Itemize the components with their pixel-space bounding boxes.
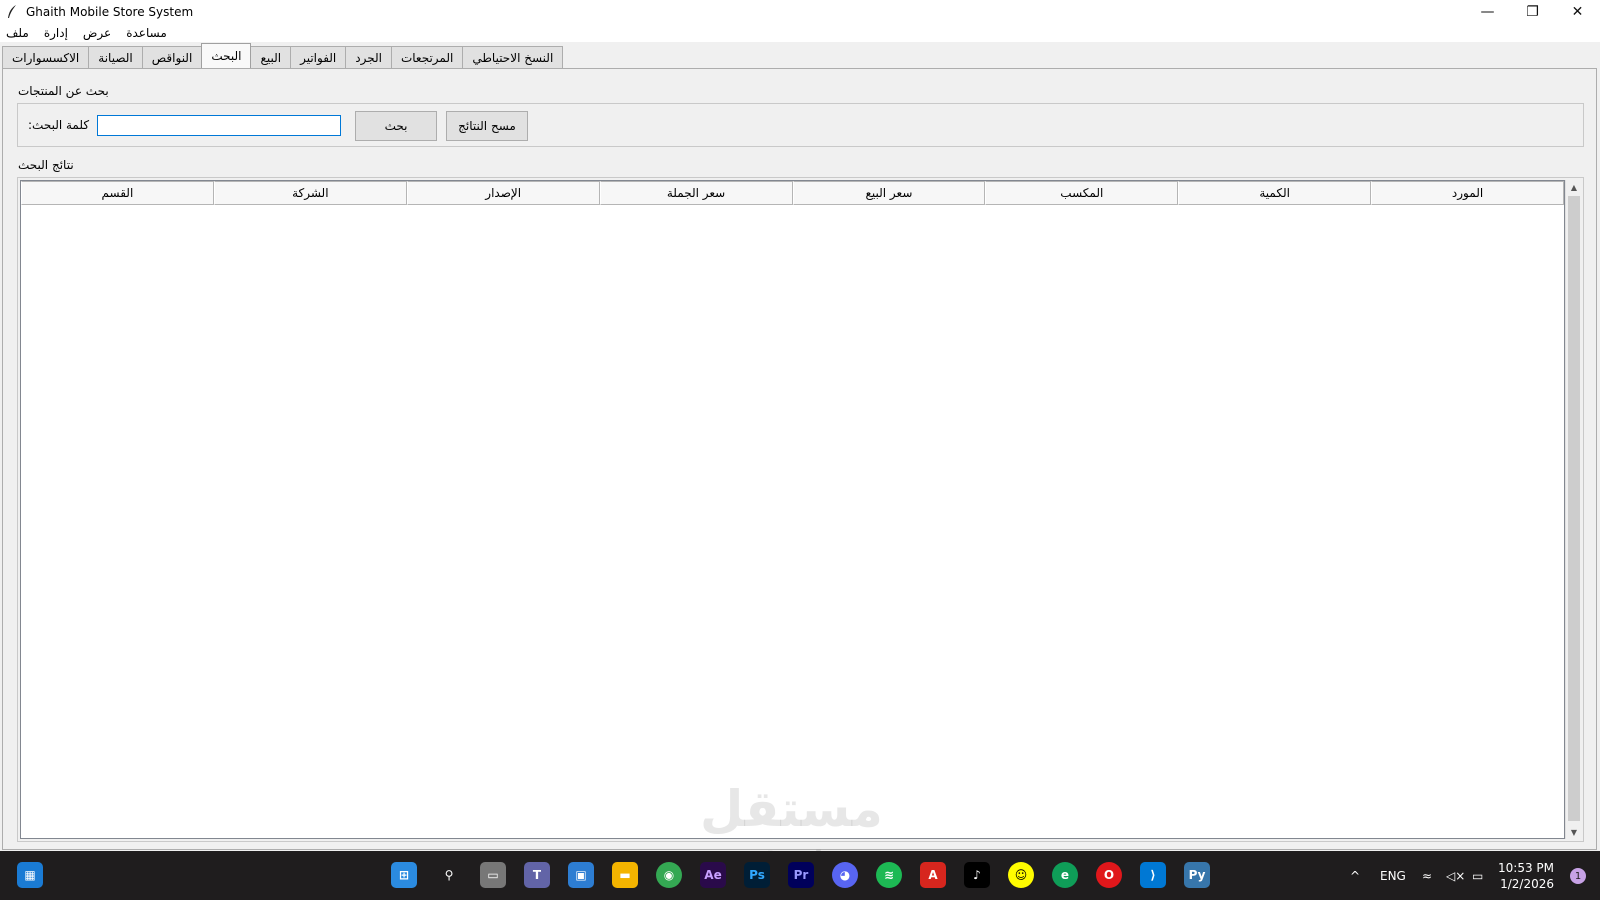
search-button[interactable]: بحث: [355, 111, 437, 141]
windows-start-icon[interactable]: ▦: [17, 862, 43, 888]
file-explorer-icon[interactable]: ▬: [612, 862, 638, 888]
menu-view[interactable]: عرض: [83, 26, 118, 40]
scroll-down-icon[interactable]: ▼: [1566, 825, 1582, 839]
after-effects-icon[interactable]: Ae: [700, 862, 726, 888]
taskbar: ▦ ⊞ ⚲ ▭ T ▣ ▬ ◉ Ae Ps Pr ◕ ≋ A ♪ ☺ e O ⟩…: [0, 851, 1600, 900]
clock[interactable]: 10:53 PM 1/2/2026: [1498, 860, 1554, 892]
clear-results-button[interactable]: مسح النتائج: [446, 111, 528, 141]
search-frame: :كلمة البحث بحث مسح النتائج: [17, 103, 1584, 147]
tab-inventory[interactable]: الجرد: [345, 46, 392, 68]
results-table-header: القسم الشركة الإصدار سعر الجملة سعر البي…: [21, 181, 1564, 205]
tab-accessories[interactable]: الاكسسوارات: [2, 46, 90, 68]
tab-sales[interactable]: البيع: [250, 46, 292, 68]
column-header-profit[interactable]: المكسب: [985, 181, 1179, 205]
language-indicator[interactable]: ENG: [1380, 851, 1406, 900]
search-icon[interactable]: ⚲: [436, 862, 462, 888]
window-body: الاكسسوارات الصيانة النواقص البحث البيع …: [0, 42, 1600, 851]
battery-icon[interactable]: ▭: [1472, 851, 1483, 900]
vertical-scrollbar[interactable]: ▲ ▼: [1565, 180, 1581, 839]
title-bar: Ghaith Mobile Store System — ❐ ✕: [0, 0, 1600, 23]
tab-search[interactable]: البحث: [201, 43, 252, 68]
tab-backup[interactable]: النسخ الاحتياطي: [462, 46, 564, 68]
window-title: Ghaith Mobile Store System: [26, 4, 194, 19]
keyword-label: :كلمة البحث: [28, 118, 90, 132]
task-view-icon[interactable]: ▭: [480, 862, 506, 888]
scroll-up-icon[interactable]: ▲: [1566, 180, 1582, 194]
teams-icon[interactable]: T: [524, 862, 550, 888]
column-header-wholesale-price[interactable]: سعر الجملة: [599, 181, 793, 205]
tab-maintenance[interactable]: الصيانة: [88, 46, 143, 68]
tab-returns[interactable]: المرتجعات: [390, 46, 464, 68]
results-group-title: نتائج البحث: [18, 158, 74, 172]
snapchat-icon[interactable]: ☺: [1008, 862, 1034, 888]
edge-icon[interactable]: e: [1052, 862, 1078, 888]
python-icon[interactable]: Py: [1184, 862, 1210, 888]
minimize-button[interactable]: —: [1465, 0, 1510, 23]
store-icon[interactable]: ▣: [568, 862, 594, 888]
clock-date: 1/2/2026: [1500, 877, 1554, 891]
window-controls: — ❐ ✕: [1465, 0, 1600, 23]
show-hidden-icons[interactable]: ^: [1350, 851, 1360, 900]
feather-app-icon: [4, 4, 20, 20]
column-header-sale-price[interactable]: سعر البيع: [792, 181, 986, 205]
close-button[interactable]: ✕: [1555, 0, 1600, 23]
search-group-title: بحث عن المنتجات: [18, 84, 109, 98]
scroll-thumb[interactable]: [1568, 196, 1580, 821]
discord-icon[interactable]: ◕: [832, 862, 858, 888]
menu-file[interactable]: ملف: [6, 26, 36, 40]
search-tab-panel: بحث عن المنتجات :كلمة البحث بحث مسح النت…: [2, 68, 1597, 850]
column-header-company[interactable]: الشركة: [213, 181, 407, 205]
windows-start-icon[interactable]: ⊞: [391, 862, 417, 888]
results-frame: القسم الشركة الإصدار سعر الجملة سعر البي…: [17, 177, 1584, 842]
tab-invoices[interactable]: الفواتير: [290, 46, 347, 68]
volume-muted-icon[interactable]: ◁×: [1446, 851, 1465, 900]
menu-bar: ملف إدارة عرض مساعدة: [0, 23, 1600, 42]
tiktok-icon[interactable]: ♪: [964, 862, 990, 888]
vscode-icon[interactable]: ⟩: [1140, 862, 1166, 888]
tab-bar: الاكسسوارات الصيانة النواقص البحث البيع …: [2, 43, 564, 68]
maximize-button[interactable]: ❐: [1510, 0, 1555, 23]
spotify-icon[interactable]: ≋: [876, 862, 902, 888]
column-header-version[interactable]: الإصدار: [406, 181, 600, 205]
clock-time: 10:53 PM: [1498, 861, 1554, 875]
acrobat-icon[interactable]: A: [920, 862, 946, 888]
photoshop-icon[interactable]: Ps: [744, 862, 770, 888]
wifi-icon[interactable]: ≈: [1422, 851, 1432, 900]
search-input[interactable]: [97, 115, 341, 136]
chrome-icon[interactable]: ◉: [656, 862, 682, 888]
results-table[interactable]: القسم الشركة الإصدار سعر الجملة سعر البي…: [20, 180, 1565, 839]
column-header-quantity[interactable]: الكمية: [1178, 181, 1372, 205]
notification-badge[interactable]: 1: [1570, 868, 1586, 884]
tab-shortages[interactable]: النواقص: [141, 46, 203, 68]
opera-icon[interactable]: O: [1096, 862, 1122, 888]
menu-manage[interactable]: إدارة: [44, 26, 75, 40]
column-header-category[interactable]: القسم: [21, 181, 214, 205]
premiere-icon[interactable]: Pr: [788, 862, 814, 888]
menu-help[interactable]: مساعدة: [126, 26, 174, 40]
column-header-supplier[interactable]: المورد: [1371, 181, 1564, 205]
